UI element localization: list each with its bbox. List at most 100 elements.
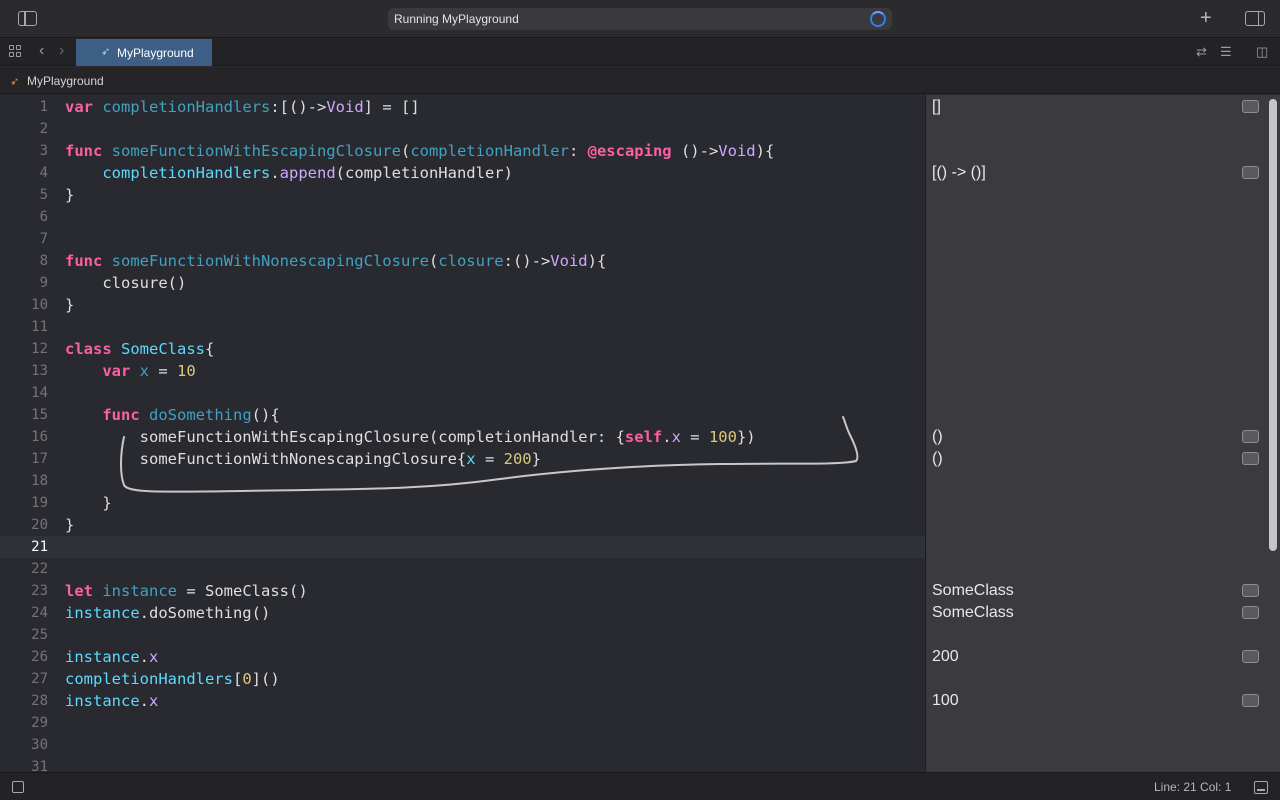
line-number[interactable]: 26 — [0, 646, 48, 668]
code-text: let instance = SomeClass() — [65, 580, 308, 602]
code-token: Void — [326, 98, 364, 116]
line-number[interactable]: 15 — [0, 404, 48, 426]
line-number[interactable]: 8 — [0, 250, 48, 272]
code-token: completionHandlers — [102, 164, 271, 182]
inspector-toggle-icon[interactable] — [1245, 11, 1265, 26]
code-line[interactable]: 2 — [0, 118, 925, 140]
code-line[interactable]: 7 — [0, 228, 925, 250]
code-token: doSomething — [149, 406, 252, 424]
line-number[interactable]: 10 — [0, 294, 48, 316]
line-number[interactable]: 13 — [0, 360, 48, 382]
code-line[interactable]: 15 func doSomething(){ — [0, 404, 925, 426]
line-number[interactable]: 28 — [0, 690, 48, 712]
line-number[interactable]: 3 — [0, 140, 48, 162]
code-line[interactable]: 21 — [0, 536, 925, 558]
line-number[interactable]: 18 — [0, 470, 48, 492]
add-editor-split-icon[interactable]: ◫ — [1256, 44, 1268, 60]
line-number[interactable]: 29 — [0, 712, 48, 734]
code-line[interactable]: 23 let instance = SomeClass() — [0, 580, 925, 602]
code-line[interactable]: 17 someFunctionWithNonescapingClosure{x … — [0, 448, 925, 470]
line-number[interactable]: 16 — [0, 426, 48, 448]
code-line[interactable]: 30 — [0, 734, 925, 756]
code-text: func doSomething(){ — [65, 404, 279, 426]
code-line[interactable]: 20} — [0, 514, 925, 536]
line-number[interactable]: 27 — [0, 668, 48, 690]
code-line[interactable]: 5} — [0, 184, 925, 206]
quick-look-icon[interactable] — [1242, 650, 1259, 663]
line-number[interactable]: 14 — [0, 382, 48, 404]
code-line[interactable]: 27 completionHandlers[0]() — [0, 668, 925, 690]
code-text: } — [65, 184, 74, 206]
line-number[interactable]: 11 — [0, 316, 48, 338]
back-arrow-icon[interactable]: ‹ — [39, 42, 44, 60]
line-number[interactable]: 4 — [0, 162, 48, 184]
code-line[interactable]: 3 func someFunctionWithEscapingClosure(co… — [0, 140, 925, 162]
forward-arrow-icon[interactable]: › — [59, 42, 64, 60]
line-number[interactable]: 30 — [0, 734, 48, 756]
quick-look-icon[interactable] — [1242, 100, 1259, 113]
debug-area-toggle-icon[interactable] — [1254, 781, 1268, 794]
code-line[interactable]: 13 var x = 10 — [0, 360, 925, 382]
swap-arrows-icon[interactable]: ⇄ — [1196, 44, 1207, 60]
code-line[interactable]: 16 someFunctionWithEscapingClosure(compl… — [0, 426, 925, 448]
code-line[interactable]: 11 — [0, 316, 925, 338]
line-number[interactable]: 19 — [0, 492, 48, 514]
line-number[interactable]: 1 — [0, 96, 48, 118]
code-line[interactable]: 28 instance.x — [0, 690, 925, 712]
line-number[interactable]: 21 — [0, 536, 48, 558]
line-number[interactable]: 7 — [0, 228, 48, 250]
code-line[interactable]: 6 — [0, 206, 925, 228]
code-line[interactable]: 10} — [0, 294, 925, 316]
code-line[interactable]: 4 completionHandlers.append(completionHa… — [0, 162, 925, 184]
results-scrollbar[interactable] — [1269, 99, 1277, 551]
code-line[interactable]: 9 closure() — [0, 272, 925, 294]
code-token: instance — [65, 604, 140, 622]
code-text: someFunctionWithNonescapingClosure{x = 2… — [65, 448, 541, 470]
code-token: SomeClass — [121, 340, 206, 358]
code-line[interactable]: 18 — [0, 470, 925, 492]
code-line[interactable]: 26 instance.x — [0, 646, 925, 668]
run-playground-checkbox[interactable] — [12, 781, 24, 793]
editor-options-icon[interactable]: ☰ — [1220, 44, 1232, 60]
line-number[interactable]: 22 — [0, 558, 48, 580]
line-number[interactable]: 2 — [0, 118, 48, 140]
line-number[interactable]: 6 — [0, 206, 48, 228]
quick-look-icon[interactable] — [1242, 452, 1259, 465]
tab-myplayground[interactable]: ➶ MyPlayground — [76, 39, 212, 66]
code-line[interactable]: 19 } — [0, 492, 925, 514]
line-number[interactable]: 31 — [0, 756, 48, 772]
code-token: ()-> — [671, 142, 719, 160]
code-line[interactable]: 1 var completionHandlers:[()->Void] = [] — [0, 96, 925, 118]
code-text: instance.x — [65, 690, 158, 712]
quick-look-icon[interactable] — [1242, 606, 1259, 619]
quick-look-icon[interactable] — [1242, 584, 1259, 597]
quick-look-icon[interactable] — [1242, 694, 1259, 707]
breadcrumb-item-myplayground[interactable]: MyPlayground — [27, 74, 104, 88]
code-token: .doSomething() — [139, 604, 271, 622]
quick-look-icon[interactable] — [1242, 166, 1259, 179]
line-number[interactable]: 9 — [0, 272, 48, 294]
code-token: instance — [65, 692, 140, 710]
code-line[interactable]: 12 class SomeClass{ — [0, 338, 925, 360]
navigator-toggle-icon[interactable] — [18, 11, 37, 26]
code-line[interactable]: 25 — [0, 624, 925, 646]
code-line[interactable]: 31 — [0, 756, 925, 772]
code-text: var x = 10 — [65, 360, 195, 382]
code-line[interactable]: 24 instance.doSomething() — [0, 602, 925, 624]
line-number[interactable]: 17 — [0, 448, 48, 470]
code-line[interactable]: 8 func someFunctionWithNonescapingClosure… — [0, 250, 925, 272]
line-number[interactable]: 25 — [0, 624, 48, 646]
line-number[interactable]: 12 — [0, 338, 48, 360]
quick-look-icon[interactable] — [1242, 430, 1259, 443]
source-editor[interactable]: 1 var completionHandlers:[()->Void] = [] 2… — [0, 95, 925, 772]
add-button[interactable]: + — [1200, 8, 1212, 28]
line-number[interactable]: 24 — [0, 602, 48, 624]
line-number[interactable]: 20 — [0, 514, 48, 536]
line-number[interactable]: 5 — [0, 184, 48, 206]
code-line[interactable]: 14 — [0, 382, 925, 404]
code-line[interactable]: 22 — [0, 558, 925, 580]
line-number[interactable]: 23 — [0, 580, 48, 602]
code-line[interactable]: 29 — [0, 712, 925, 734]
related-items-grid-icon[interactable] — [9, 45, 22, 58]
